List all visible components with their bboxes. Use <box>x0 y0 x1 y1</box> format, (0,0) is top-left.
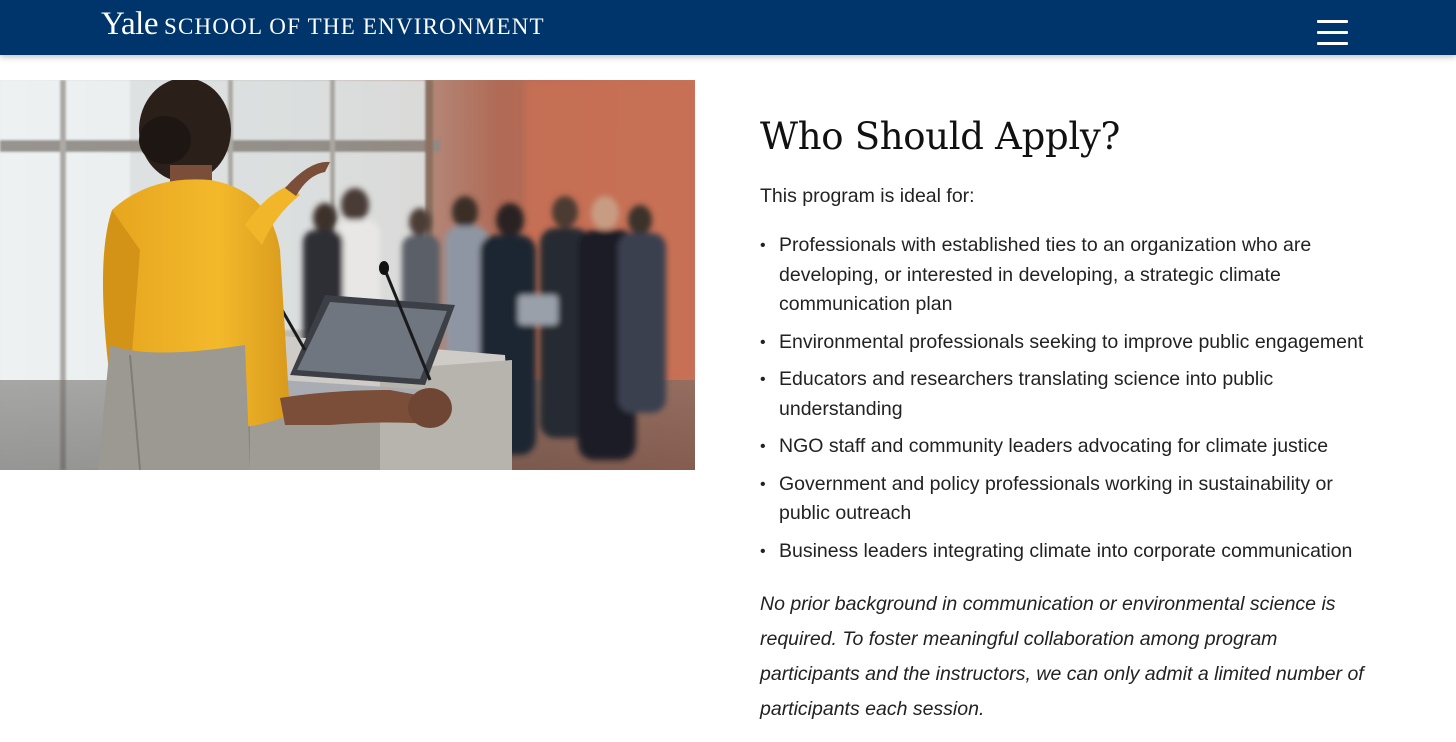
yale-school-logo[interactable]: Yale SCHOOL OF THE ENVIRONMENT <box>101 8 545 41</box>
list-item: NGO staff and community leaders advocati… <box>760 432 1380 462</box>
menu-bar-middle <box>1317 31 1348 34</box>
menu-bar-top <box>1317 20 1348 23</box>
list-item: Professionals with established ties to a… <box>760 231 1380 320</box>
site-header: Yale SCHOOL OF THE ENVIRONMENT <box>0 0 1456 55</box>
list-item: Government and policy professionals work… <box>760 470 1380 529</box>
admission-note: No prior background in communication or … <box>760 593 1364 720</box>
section-heading: Who Should Apply? <box>760 115 1121 158</box>
audience-list: Professionals with established ties to a… <box>760 231 1380 566</box>
who-should-apply-section: Who Should Apply? This program is ideal … <box>760 112 1380 727</box>
section-intro: This program is ideal for: <box>760 185 975 207</box>
speaker-at-podium-photo <box>0 80 695 470</box>
menu-bar-bottom <box>1317 42 1348 45</box>
list-item: Environmental professionals seeking to i… <box>760 328 1380 358</box>
hamburger-menu-icon[interactable] <box>1312 16 1352 50</box>
list-item: Business leaders integrating climate int… <box>760 537 1380 567</box>
logo-yale-wordmark: Yale <box>101 6 159 42</box>
logo-school-name: SCHOOL OF THE ENVIRONMENT <box>164 14 545 39</box>
list-item: Educators and researchers translating sc… <box>760 365 1380 424</box>
